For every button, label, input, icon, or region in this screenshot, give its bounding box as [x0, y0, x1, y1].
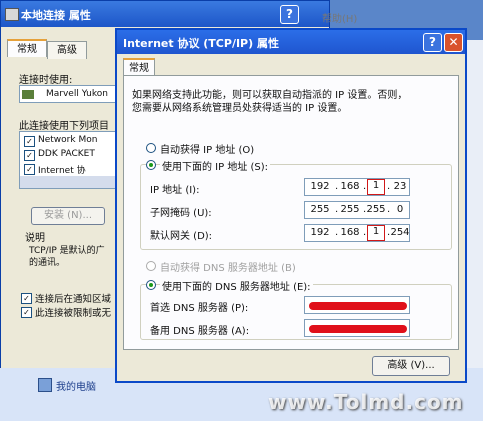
- items-list: ✓ Network Mon ✓ DDK PACKET ✓ Internet 协: [19, 131, 117, 189]
- auto-dns-label: 自动获得 DNS 服务器地址 (B): [160, 263, 296, 274]
- ip-segment: 192: [310, 227, 330, 238]
- ip-segment: 192: [310, 181, 330, 192]
- items-label: 此连接使用下列项目: [19, 121, 109, 132]
- notify-checkbox-label: 连接后在通知区域: [35, 294, 112, 305]
- notify-checkbox[interactable]: ✓: [21, 293, 32, 304]
- dialog-title: Internet 协议 (TCP/IP) 属性: [123, 37, 279, 50]
- tcpip-properties-dialog: Internet 协议 (TCP/IP) 属性 ? ✕ 常规 如果网络支持此功能…: [115, 28, 467, 383]
- ip-address-label: IP 地址 (I):: [150, 185, 200, 196]
- gateway-segment-highlighted: 1: [367, 225, 385, 241]
- help-menu[interactable]: 帮助(H): [322, 10, 357, 25]
- ip-segment: 0: [396, 204, 404, 215]
- general-tab-panel: 如果网络支持此功能，则可以获取自动指派的 IP 设置。否则， 您需要从网络系统管…: [123, 75, 459, 350]
- description-label: 说明: [25, 233, 45, 244]
- item-label: Network Mon: [38, 135, 98, 145]
- bg-help-icon[interactable]: ?: [280, 5, 299, 24]
- bg-title-bar[interactable]: 本地连接 属性 ?: [1, 1, 329, 27]
- limited-checkbox[interactable]: ✓: [21, 307, 32, 318]
- intro-text-line-2: 您需要从网络系统管理员处获得适当的 IP 设置。: [132, 103, 348, 114]
- adapter-field: Marvell Yukon: [19, 85, 117, 103]
- adapter-name: Marvell Yukon: [46, 89, 108, 99]
- auto-dns-radio[interactable]: [146, 261, 156, 271]
- item-checkbox[interactable]: ✓: [24, 136, 35, 147]
- preferred-dns-label: 首选 DNS 服务器 (P):: [150, 303, 249, 314]
- item-label: DDK PACKET: [38, 149, 95, 159]
- my-computer-icon[interactable]: [38, 378, 52, 392]
- ip-segment: 168: [340, 227, 360, 238]
- ip-segment: 23: [393, 181, 407, 192]
- dialog-close-icon[interactable]: ✕: [444, 33, 463, 52]
- advanced-button[interactable]: 高级 (V)...: [372, 356, 450, 376]
- description-text-line-2: 的通讯。: [29, 258, 66, 268]
- ip-address-input[interactable]: 192 . 168 . 1 . 23: [304, 178, 410, 196]
- auto-ip-radio[interactable]: [146, 143, 156, 153]
- manual-ip-label: 使用下面的 IP 地址 (S):: [160, 158, 271, 173]
- auto-ip-label: 自动获得 IP 地址 (O): [160, 145, 255, 156]
- subnet-mask-label: 子网掩码 (U):: [150, 208, 212, 219]
- ip-segment: 255: [340, 204, 360, 215]
- watermark: www.Tolmd.com: [268, 390, 464, 414]
- subnet-mask-input[interactable]: 255 . 255 . 255 . 0: [304, 201, 410, 219]
- list-scrollbar[interactable]: [20, 176, 116, 188]
- alternate-dns-label: 备用 DNS 服务器 (A):: [150, 326, 250, 337]
- item-label: Internet 协: [38, 166, 86, 176]
- limited-checkbox-label: 此连接被限制或无: [35, 308, 112, 319]
- my-computer-label[interactable]: 我的电脑: [56, 378, 96, 393]
- adapter-chip-icon: [22, 90, 34, 99]
- item-checkbox[interactable]: ✓: [24, 164, 35, 175]
- manual-ip-radio[interactable]: [146, 160, 156, 170]
- bg-tab-advanced[interactable]: 高级: [47, 41, 87, 59]
- item-checkbox[interactable]: ✓: [24, 150, 35, 161]
- alternate-dns-input[interactable]: [304, 319, 410, 337]
- dialog-help-icon[interactable]: ?: [423, 33, 442, 52]
- preferred-dns-input[interactable]: [304, 296, 410, 314]
- gateway-input[interactable]: 192 . 168 . 1 . 254: [304, 224, 410, 242]
- bg-window-title: 本地连接 属性: [21, 9, 91, 22]
- ip-segment: 168: [340, 181, 360, 192]
- tab-general[interactable]: 常规: [123, 58, 155, 76]
- connect-using-label: 连接时使用:: [19, 75, 73, 86]
- ip-segment: 254: [390, 227, 410, 238]
- redaction-mark: [309, 302, 407, 310]
- ip-segment-highlighted: 1: [367, 179, 385, 195]
- ip-segment: 255: [310, 204, 330, 215]
- dialog-title-bar[interactable]: Internet 协议 (TCP/IP) 属性 ? ✕: [117, 30, 465, 54]
- manual-dns-label: 使用下面的 DNS 服务器地址 (E):: [160, 278, 313, 293]
- install-button[interactable]: 安装 (N)...: [31, 207, 105, 225]
- ip-segment: 255: [366, 204, 386, 215]
- redaction-mark: [309, 325, 407, 333]
- bg-tab-general[interactable]: 常规: [7, 39, 47, 57]
- gateway-label: 默认网关 (D):: [150, 231, 213, 242]
- network-adapter-icon: [5, 8, 19, 21]
- manual-dns-radio[interactable]: [146, 280, 156, 290]
